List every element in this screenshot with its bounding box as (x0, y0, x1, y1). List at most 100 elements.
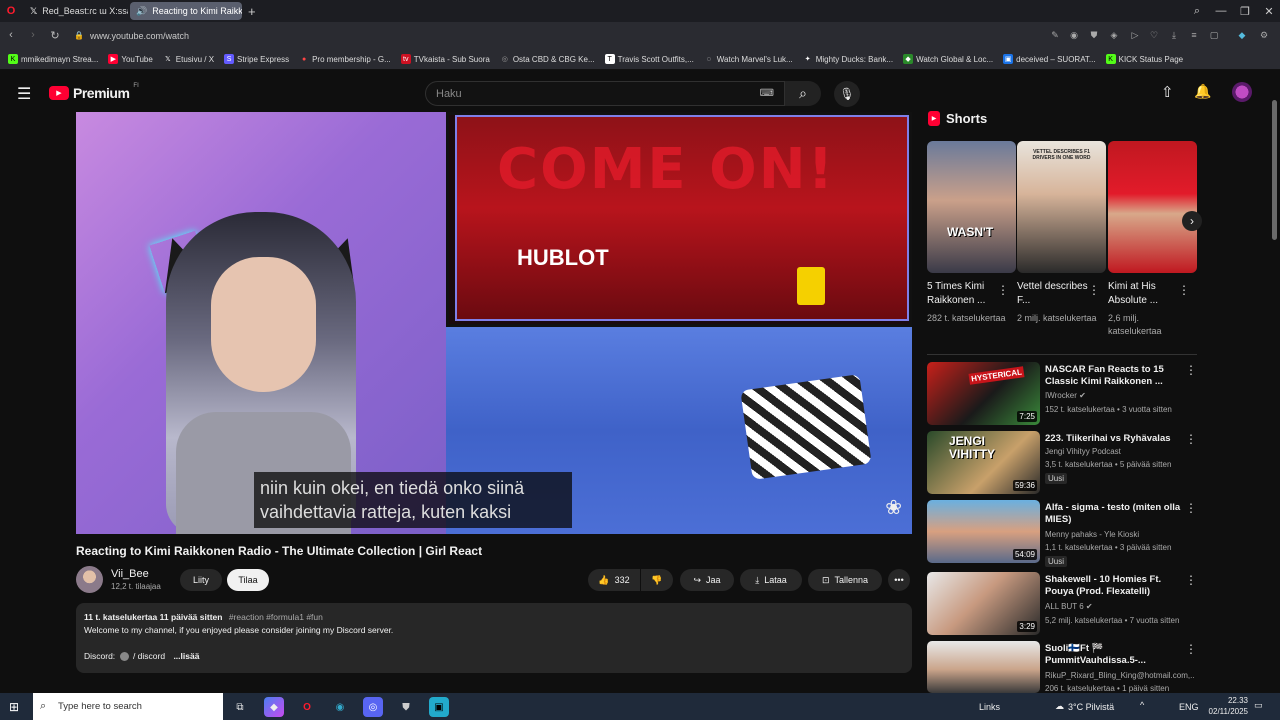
app-green-icon[interactable]: ▣ (429, 697, 449, 717)
bookmark-pro[interactable]: ● Pro membership - G... (299, 54, 391, 64)
video-player[interactable]: COME ON! HUBLOT niin kuin okei, en tiedä… (76, 112, 912, 534)
shield-app-icon[interactable]: ⛊ (396, 697, 416, 717)
rec-channel-2[interactable]: Jengi Vihityy Podcast (1045, 447, 1121, 456)
settings-icon[interactable]: ⚙ (1258, 29, 1270, 41)
search-button[interactable]: ⌕ (785, 81, 821, 106)
rec-channel-3[interactable]: Menny pahaks - Yle Kioski (1045, 530, 1139, 539)
search-tabs-icon[interactable]: ⌕ (1185, 0, 1209, 22)
forward-button[interactable]: › (22, 24, 44, 46)
voice-search-button[interactable]: 🎙 (834, 81, 860, 107)
rec-thumbnail-4[interactable]: 3:29 (927, 572, 1040, 635)
menu-icon[interactable]: ≡ (1188, 29, 1200, 41)
rec-thumbnail-5[interactable] (927, 641, 1040, 693)
taskbar-search-input[interactable]: ⌕ Type here to search (33, 693, 223, 720)
back-button[interactable]: ‹ (0, 24, 22, 46)
rec-menu-icon[interactable]: ⋮ (1185, 642, 1197, 656)
close-window-button[interactable]: ✕ (1257, 0, 1280, 22)
rec-title-5[interactable]: Suoli🇫🇮Ft 🏁PummitVauhdissa.5-... (1045, 643, 1185, 667)
rec-channel-1[interactable]: IWrocker ✔ (1045, 391, 1086, 400)
youtube-logo[interactable]: ▶ Premium FI (49, 83, 139, 101)
bookmark-marvel[interactable]: ◌ Watch Marvel's Luk... (704, 54, 793, 64)
bookmark-ducks[interactable]: ✦ Mighty Ducks: Bank... (803, 54, 893, 64)
discord-icon[interactable]: ◎ (363, 697, 383, 717)
join-button[interactable]: Liity (180, 569, 222, 591)
bookmark-cbd[interactable]: ◎ Osta CBD & CBG Ke... (500, 54, 595, 64)
bookmark-stripe[interactable]: S Stripe Express (224, 54, 289, 64)
extension-icon[interactable]: ◈ (1108, 29, 1120, 41)
tab-youtube[interactable]: 🔊 Reacting to Kimi Raikk (130, 2, 242, 20)
task-view-icon[interactable]: ⧉ (230, 697, 250, 717)
rec-menu-icon[interactable]: ⋮ (1185, 363, 1197, 377)
short-title-2[interactable]: Vettel describes F... (1017, 280, 1093, 308)
download-icon[interactable]: ⤓ (1168, 29, 1180, 41)
heart-icon[interactable]: ♡ (1148, 29, 1160, 41)
tab-x[interactable]: 𝕏 Red_Beast:ɾᴄ ɯ X:ssä: "Mi (24, 2, 128, 20)
bookmark-travis[interactable]: T Travis Scott Outfits,... (604, 54, 694, 64)
subscribe-button[interactable]: Tilaa (227, 569, 269, 591)
notification-icon[interactable]: ▭ (1254, 700, 1263, 711)
like-button[interactable]: 👍 332 (588, 569, 640, 591)
edge-icon[interactable]: ◉ (330, 697, 350, 717)
short-menu-icon[interactable]: ⋮ (997, 283, 1009, 297)
rec-title-3[interactable]: Alfa - sigma - testo (miten olla MIES) (1045, 502, 1185, 526)
opera-logo-icon[interactable]: O (0, 5, 22, 17)
clock[interactable]: 22.33 02/11/2025 (1200, 695, 1248, 717)
rec-thumbnail-1[interactable]: HYSTERICAL 7:25 (927, 362, 1040, 425)
shelf-next-button[interactable]: › (1182, 211, 1202, 231)
rec-channel-5[interactable]: RikuP_Rixard_Bling_King@hotmail.com,... (1045, 671, 1195, 680)
short-thumbnail-1[interactable]: WASN'T (927, 141, 1016, 273)
download-button[interactable]: ⤓ Lataa (740, 569, 802, 591)
share-button[interactable]: ↪ Jaa (680, 569, 734, 591)
tray-chevron-icon[interactable]: ^ (1140, 700, 1144, 710)
maximize-button[interactable]: ❐ (1233, 0, 1257, 22)
minimize-button[interactable]: — (1209, 0, 1233, 22)
channel-name[interactable]: Vii_Bee (111, 568, 149, 580)
rec-channel-4[interactable]: ALL BUT 6 ✔ (1045, 602, 1093, 611)
language-indicator[interactable]: ENG (1179, 702, 1199, 712)
keyboard-icon[interactable]: ⌨ (760, 88, 774, 99)
dislike-button[interactable]: 👎 (641, 569, 673, 591)
short-title-1[interactable]: 5 Times Kimi Raikkonen ... (927, 280, 1003, 308)
rec-menu-icon[interactable]: ⋮ (1185, 501, 1197, 515)
short-menu-icon[interactable]: ⋮ (1178, 283, 1190, 297)
hamburger-menu-icon[interactable]: ☰ (17, 84, 31, 104)
rec-title-4[interactable]: Shakewell - 10 Homies Ft. Pouya (Prod. F… (1045, 574, 1185, 598)
app-icon[interactable]: ◆ (264, 697, 284, 717)
discord-link[interactable]: / discord (133, 651, 165, 661)
show-more-link[interactable]: ...lisää (173, 651, 199, 661)
camera-icon[interactable]: ◉ (1068, 29, 1080, 41)
rec-thumbnail-3[interactable]: 54:09 (927, 500, 1040, 563)
avatar[interactable] (1232, 82, 1252, 102)
short-thumbnail-3[interactable] (1108, 141, 1197, 273)
shield-icon[interactable]: ⛊ (1088, 29, 1100, 41)
bookmark-youtube[interactable]: ▶ YouTube (108, 54, 153, 64)
new-tab-button[interactable]: + (248, 4, 256, 19)
rec-title-1[interactable]: NASCAR Fan Reacts to 15 Classic Kimi Rai… (1045, 364, 1185, 388)
aria-icon[interactable]: ◆ (1236, 29, 1248, 41)
rec-menu-icon[interactable]: ⋮ (1185, 573, 1197, 587)
bookmark-global[interactable]: ◆ Watch Global & Loc... (903, 54, 993, 64)
bookmark-tvkaista[interactable]: tv TVkaista - Sub Suora (400, 54, 490, 64)
play-icon[interactable]: ▷ (1129, 29, 1141, 41)
bookmark-kick-status[interactable]: K KICK Status Page (1105, 54, 1183, 64)
upload-icon[interactable]: ⇧ (1161, 83, 1174, 101)
url-field[interactable]: 🔒 www.youtube.com/watch (70, 27, 1030, 44)
bookmark-kick[interactable]: Kmmikedimayn Strea... (8, 54, 98, 64)
edit-icon[interactable]: ✎ (1049, 29, 1061, 41)
bell-icon[interactable]: 🔔 (1194, 83, 1211, 100)
rec-thumbnail-2[interactable]: JENGI VIHITTY 59:36 (927, 431, 1040, 494)
search-input[interactable]: Haku ⌨ (425, 81, 785, 106)
reload-button[interactable]: ↻ (44, 24, 66, 46)
short-thumbnail-2[interactable]: VETTEL DESCRIBES F1 DRIVERS IN ONE WORD (1017, 141, 1106, 273)
description-box[interactable]: 11 t. katselukertaa 11 päivää sitten #re… (76, 603, 912, 673)
rec-title-2[interactable]: 223. Tiikerihai vs Ryhävalas (1045, 433, 1185, 445)
more-actions-button[interactable]: ••• (888, 569, 910, 591)
hashtags[interactable]: #reaction #formula1 #fun (229, 612, 323, 622)
save-button[interactable]: ⊡ Tallenna (808, 569, 882, 591)
links-toolbar[interactable]: Links (979, 702, 1000, 712)
rec-menu-icon[interactable]: ⋮ (1185, 432, 1197, 446)
opera-icon[interactable]: O (297, 697, 317, 717)
windows-start-icon[interactable]: ⊞ (9, 700, 19, 714)
short-menu-icon[interactable]: ⋮ (1088, 283, 1100, 297)
channel-avatar[interactable] (76, 566, 103, 593)
